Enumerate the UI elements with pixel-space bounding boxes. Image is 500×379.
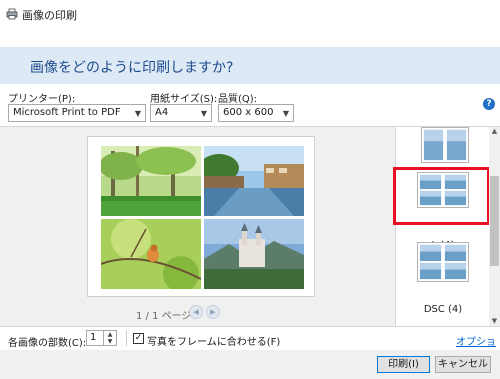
previous-page-button[interactable]: ◀ — [189, 305, 203, 319]
layout-selection-highlight — [393, 167, 490, 225]
window-title: 画像の印刷 — [22, 9, 77, 22]
cancel-button[interactable]: キャンセル — [435, 356, 491, 373]
paper-size-select[interactable]: A4 ▼ — [150, 104, 212, 122]
chevron-down-icon: ▼ — [134, 109, 141, 118]
print-button[interactable]: 印刷(I) — [377, 356, 430, 373]
scrollbar-thumb[interactable] — [490, 176, 499, 266]
divider — [0, 326, 500, 327]
copies-input[interactable]: 1 — [86, 330, 104, 346]
layout-item-dsc[interactable]: DSC (4) — [396, 242, 490, 315]
scroll-down-icon[interactable]: ▼ — [489, 317, 500, 326]
chevron-down-icon: ▼ — [282, 109, 289, 118]
help-icon[interactable]: ? — [483, 98, 495, 110]
fit-to-frame-checkbox[interactable]: ✓ — [133, 333, 144, 344]
photo-canal — [204, 146, 304, 216]
page-indicator: 1 / 1 ページ — [136, 311, 192, 322]
quality-select[interactable]: 600 x 600 ▼ — [218, 104, 294, 122]
increment-icon[interactable]: ▲ — [104, 331, 116, 338]
instruction-header: 画像をどのように印刷しますか? — [0, 47, 500, 84]
layout-label-dsc: DSC (4) — [423, 304, 463, 315]
instruction-text: 画像をどのように印刷しますか? — [30, 60, 234, 76]
decrement-icon[interactable]: ▼ — [104, 338, 116, 345]
layout-thumbnail — [417, 242, 469, 282]
quality-label: 品質(Q): — [218, 94, 258, 105]
layout-thumbnail — [421, 127, 469, 163]
scroll-up-icon[interactable]: ▲ — [489, 127, 500, 136]
next-page-button[interactable]: ▶ — [206, 305, 220, 319]
layout-list: はがき (2) L (4) DSC (4) — [395, 127, 500, 326]
paper-size-label: 用紙サイズ(S): — [150, 94, 218, 105]
printer-label: プリンター(P): — [8, 94, 76, 105]
photo-bird — [101, 219, 201, 289]
fit-to-frame-label[interactable]: 写真をフレームに合わせる(F) — [147, 333, 280, 348]
copies-label: 各画像の部数(C): — [8, 338, 87, 349]
photo-castle — [204, 219, 304, 289]
page-preview — [87, 136, 315, 297]
printer-select[interactable]: Microsoft Print to PDF ▼ — [8, 104, 146, 122]
paper-size-value: A4 — [155, 107, 169, 118]
quality-value: 600 x 600 — [223, 107, 274, 118]
copies-stepper[interactable]: ▲ ▼ — [104, 330, 117, 346]
photo-forest — [101, 146, 201, 216]
printer-icon — [6, 8, 18, 20]
separator — [126, 330, 127, 346]
printer-value: Microsoft Print to PDF — [13, 107, 121, 118]
chevron-down-icon: ▼ — [200, 109, 207, 118]
